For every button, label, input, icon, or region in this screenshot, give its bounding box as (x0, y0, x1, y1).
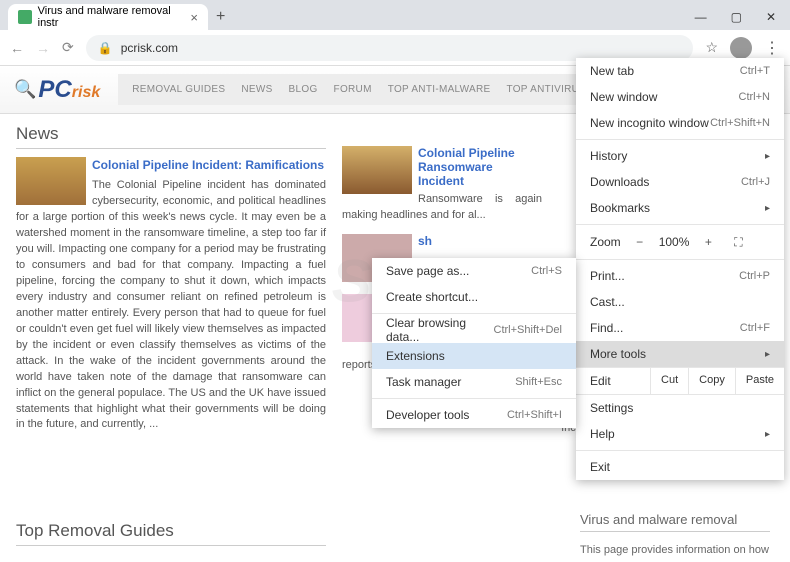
nav-removal-guides[interactable]: REMOVAL GUIDES (132, 84, 225, 95)
section-virus-removal: Virus and malware removal (580, 512, 770, 532)
address-bar[interactable]: 🔒 pcrisk.com (86, 35, 694, 61)
nav-anti-malware[interactable]: TOP ANTI-MALWARE (388, 84, 491, 95)
logo-magnifier-icon: 🔍 (14, 79, 36, 100)
menu-bookmarks[interactable]: Bookmarks▸ (576, 195, 784, 221)
submenu-developer-tools[interactable]: Developer toolsCtrl+Shift+I (372, 402, 576, 428)
submenu-clear-data[interactable]: Clear browsing data...Ctrl+Shift+Del (372, 317, 576, 343)
site-logo[interactable]: PC risk (38, 76, 100, 104)
article-2: Colonial Pipeline Ransomware Incident Ra… (342, 146, 542, 224)
menu-copy[interactable]: Copy (688, 368, 735, 394)
submenu-extensions[interactable]: Extensions (372, 343, 576, 369)
close-icon[interactable]: × (190, 10, 198, 25)
virus-removal-text: This page provides information on how (580, 544, 770, 556)
submenu-task-manager[interactable]: Task managerShift+Esc (372, 369, 576, 395)
window-close-button[interactable]: ✕ (766, 10, 776, 24)
article-1-body: The Colonial Pipeline incident has domin… (16, 179, 326, 430)
browser-tab[interactable]: Virus and malware removal instr × (8, 4, 208, 30)
tab-favicon (18, 10, 32, 24)
profile-avatar[interactable] (730, 37, 752, 59)
zoom-value: 100% (659, 235, 690, 249)
reload-button[interactable]: ⟳ (62, 39, 74, 56)
menu-find[interactable]: Find...Ctrl+F (576, 315, 784, 341)
chevron-right-icon: ▸ (765, 429, 770, 440)
menu-cut[interactable]: Cut (650, 368, 688, 394)
chrome-menu-button[interactable]: ⋮ (764, 38, 780, 58)
section-top-removal: Top Removal Guides (16, 521, 326, 546)
menu-print[interactable]: Print...Ctrl+P (576, 263, 784, 289)
article-thumbnail[interactable] (16, 157, 86, 205)
maximize-button[interactable]: ▢ (731, 10, 742, 24)
menu-edit-row: Edit Cut Copy Paste (576, 367, 784, 395)
browser-titlebar: Virus and malware removal instr × + — ▢ … (0, 0, 790, 30)
menu-downloads[interactable]: DownloadsCtrl+J (576, 169, 784, 195)
article-2-body: Ransomware is again making headlines and… (342, 192, 542, 224)
menu-exit[interactable]: Exit (576, 454, 784, 480)
menu-incognito[interactable]: New incognito windowCtrl+Shift+N (576, 110, 784, 136)
tab-title: Virus and malware removal instr (38, 5, 191, 29)
more-tools-submenu: Save page as...Ctrl+S Create shortcut...… (372, 258, 576, 428)
article-1: Colonial Pipeline Incident: Ramification… (16, 157, 326, 433)
menu-new-window[interactable]: New windowCtrl+N (576, 84, 784, 110)
article-thumbnail[interactable] (342, 146, 412, 194)
zoom-out-button[interactable]: − (629, 235, 651, 249)
chevron-right-icon: ▸ (765, 203, 770, 214)
menu-cast[interactable]: Cast... (576, 289, 784, 315)
menu-settings[interactable]: Settings (576, 395, 784, 421)
nav-blog[interactable]: BLOG (289, 84, 318, 95)
new-tab-button[interactable]: + (216, 8, 225, 30)
chevron-right-icon: ▸ (765, 151, 770, 162)
forward-button: → (36, 40, 50, 56)
fullscreen-button[interactable]: ⛶ (727, 235, 749, 250)
lock-icon: 🔒 (98, 41, 113, 55)
menu-new-tab[interactable]: New tabCtrl+T (576, 58, 784, 84)
back-button[interactable]: ← (10, 40, 24, 56)
menu-more-tools[interactable]: More tools▸ (576, 341, 784, 367)
nav-forum[interactable]: FORUM (334, 84, 372, 95)
menu-history[interactable]: History▸ (576, 143, 784, 169)
submenu-save-page[interactable]: Save page as...Ctrl+S (372, 258, 576, 284)
nav-news[interactable]: NEWS (241, 84, 272, 95)
chrome-menu: New tabCtrl+T New windowCtrl+N New incog… (576, 58, 784, 480)
menu-help[interactable]: Help▸ (576, 421, 784, 447)
chevron-right-icon: ▸ (765, 349, 770, 360)
zoom-in-button[interactable]: + (697, 235, 719, 249)
submenu-create-shortcut[interactable]: Create shortcut... (372, 284, 576, 310)
menu-paste[interactable]: Paste (735, 368, 784, 394)
url-text: pcrisk.com (121, 41, 178, 55)
bookmark-star-icon[interactable]: ☆ (705, 39, 718, 56)
minimize-button[interactable]: — (695, 10, 707, 24)
menu-zoom: Zoom − 100% + ⛶ (576, 228, 784, 256)
section-news-title: News (16, 124, 326, 149)
